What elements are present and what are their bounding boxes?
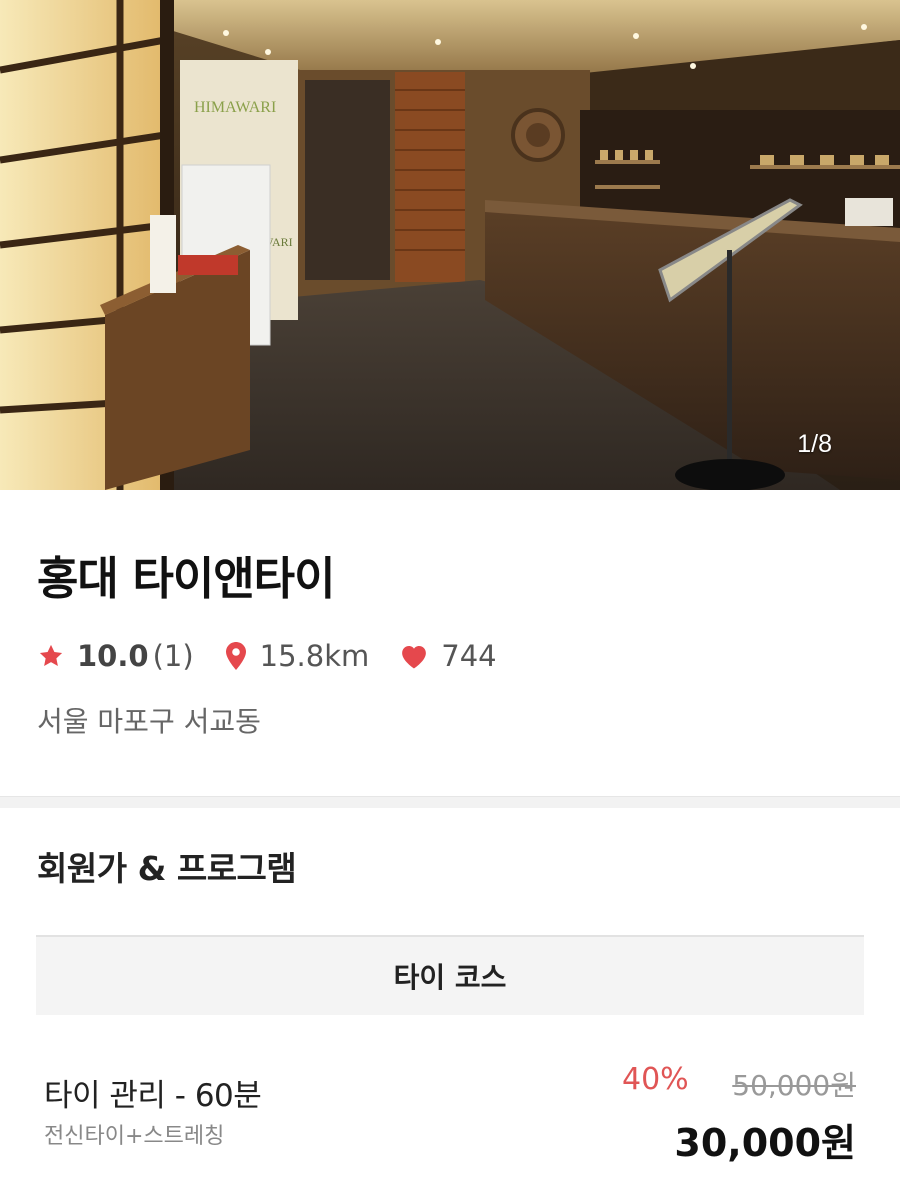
distance-value: 15.8km (259, 639, 370, 673)
sale-price: 30,000원 (674, 1121, 856, 1165)
tab-thai-course[interactable]: 타이 코스 (36, 935, 864, 1015)
likes-group[interactable]: 744 (399, 639, 497, 673)
photo-counter: 1/8 (797, 430, 832, 458)
review-count: (1) (152, 639, 194, 673)
photo-gallery[interactable]: HIMAWARI WARI 1/8 (0, 0, 900, 490)
rating-value: 10.0 (77, 639, 149, 673)
program-name: 타이 관리 - 60분 (44, 1078, 262, 1114)
location-pin-icon (225, 642, 246, 670)
programs-section-title: 회원가 & 프로그램 (37, 849, 297, 888)
shop-address: 서울 마포구 서교동 (37, 705, 261, 738)
shop-meta: 10.0 (1) 15.8km 744 (37, 636, 527, 676)
shop-title: 홍대 타이앤타이 (37, 552, 335, 605)
original-price: 50,000원 (732, 1069, 856, 1102)
discount-rate: 40% (622, 1062, 689, 1097)
heart-icon (402, 646, 427, 669)
distance-group: 15.8km (224, 639, 370, 673)
star-icon (39, 644, 63, 667)
likes-count: 744 (441, 639, 497, 673)
section-divider (0, 796, 900, 808)
program-description: 전신타이+스트레칭 (44, 1124, 225, 1149)
rating-group[interactable]: 10.0 (1) (37, 639, 194, 673)
svg-text:HIMAWARI: HIMAWARI (194, 99, 276, 116)
reception-photo: HIMAWARI WARI (0, 0, 900, 490)
